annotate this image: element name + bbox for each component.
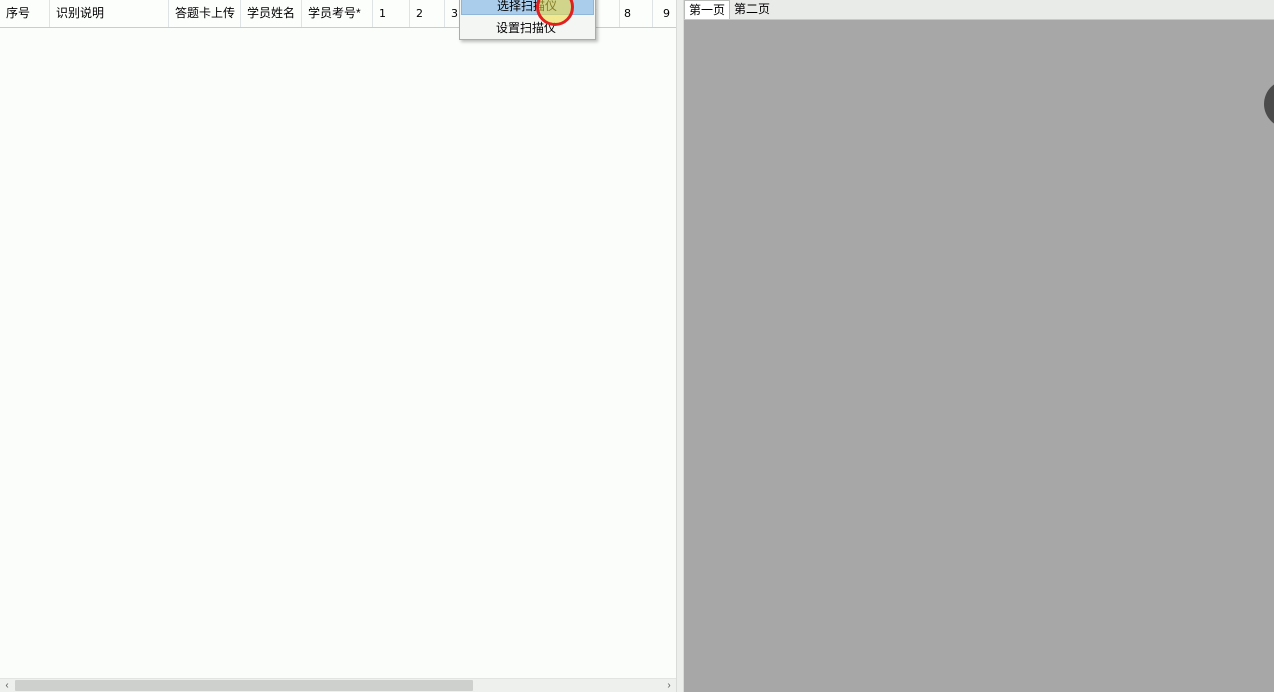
column-header-student-id[interactable]: 学员考号*	[302, 0, 373, 27]
sheet-preview-panel: 第一页 第二页	[684, 0, 1274, 692]
column-header-q1[interactable]: 1	[373, 0, 410, 27]
column-header-q8[interactable]: 8	[620, 0, 653, 27]
column-header-recognition-note[interactable]: 识别说明	[50, 0, 169, 27]
scroll-left-icon[interactable]: ‹	[0, 679, 14, 692]
menu-item-select-scanner[interactable]: 选择扫描仪	[461, 0, 594, 15]
answer-sheet-grid-panel: 序号 识别说明 答题卡上传 学员姓名 学员考号* 1 2 3 7 8 9 ‹ ›…	[0, 0, 676, 692]
grid-body[interactable]	[0, 28, 676, 678]
scrollbar-thumb[interactable]	[15, 680, 473, 691]
column-header-q2[interactable]: 2	[410, 0, 445, 27]
tab-page-two[interactable]: 第二页	[730, 0, 774, 19]
panel-splitter[interactable]	[676, 0, 684, 692]
preview-tab-bar: 第一页 第二页	[684, 0, 1274, 20]
column-header-sheet-upload[interactable]: 答题卡上传	[169, 0, 241, 27]
column-header-student-name[interactable]: 学员姓名	[241, 0, 302, 27]
scanner-context-menu: 选择扫描仪 设置扫描仪	[459, 0, 596, 40]
menu-item-setup-scanner[interactable]: 设置扫描仪	[461, 18, 594, 38]
column-header-q9[interactable]: 9	[653, 0, 676, 27]
horizontal-scrollbar[interactable]: ‹ ›	[0, 678, 676, 692]
scroll-right-icon[interactable]: ›	[662, 679, 676, 692]
side-handle-icon[interactable]	[1264, 80, 1274, 128]
tab-page-one[interactable]: 第一页	[684, 0, 731, 19]
column-header-index[interactable]: 序号	[0, 0, 50, 27]
